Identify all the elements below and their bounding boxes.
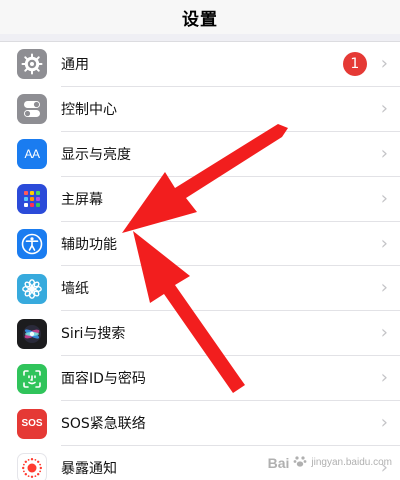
settings-item-general[interactable]: 通用 1 ›: [0, 42, 400, 87]
settings-item-label: 面容ID与密码: [61, 371, 146, 388]
toggles-icon: [17, 94, 47, 125]
settings-item-siri-search[interactable]: Siri与搜索 ›: [0, 311, 400, 357]
settings-list: 通用 1 › 控制中心 › AA 显示与亮度 › 主屏幕 › 辅助功能 › 墙纸…: [0, 42, 400, 480]
chevron-right-icon: ›: [380, 97, 388, 119]
watermark: Bai jingyan.baidu.com: [268, 453, 392, 472]
chevron-right-icon: ›: [380, 187, 388, 209]
baidu-logo: Bai: [267, 454, 290, 471]
chevron-right-icon: ›: [380, 322, 388, 344]
watermark-text: jingyan.baidu.com: [311, 457, 392, 468]
settings-item-control-center[interactable]: 控制中心 ›: [0, 87, 400, 132]
chevron-right-icon: ›: [380, 367, 388, 389]
chevron-right-icon: ›: [380, 52, 388, 74]
accessibility-icon: [17, 229, 47, 259]
gear-icon: [17, 49, 47, 80]
page-title: 设置: [182, 9, 218, 30]
settings-item-label: 通用: [61, 56, 89, 73]
face-id-icon: [17, 363, 47, 394]
settings-item-face-id-passcode[interactable]: 面容ID与密码 ›: [0, 356, 400, 402]
settings-item-home-screen[interactable]: 主屏幕 ›: [0, 177, 400, 222]
settings-item-label: 辅助功能: [61, 236, 117, 253]
display-brightness-icon: AA: [17, 139, 47, 170]
settings-item-display-brightness[interactable]: AA 显示与亮度 ›: [0, 132, 400, 177]
icon-text: SOS: [21, 418, 43, 430]
chevron-right-icon: ›: [380, 142, 388, 164]
paw-icon: [293, 453, 307, 472]
settings-item-accessibility[interactable]: 辅助功能 ›: [0, 222, 400, 267]
settings-item-label: 控制中心: [61, 101, 117, 118]
section-gap: [0, 34, 400, 42]
exposure-notification-icon: [17, 453, 47, 480]
wallpaper-icon: [17, 273, 47, 304]
settings-item-label: Siri与搜索: [61, 326, 126, 343]
settings-item-label: SOS紧急联络: [61, 416, 146, 433]
sos-icon: SOS: [17, 408, 47, 439]
notification-badge: 1: [342, 51, 367, 76]
chevron-right-icon: ›: [380, 277, 388, 299]
chevron-right-icon: ›: [380, 412, 388, 434]
navigation-bar: 设置: [0, 0, 400, 34]
home-screen-icon: [17, 184, 47, 215]
siri-icon: [17, 318, 47, 349]
settings-item-wallpaper[interactable]: 墙纸 ›: [0, 266, 400, 312]
settings-item-label: 显示与亮度: [61, 146, 131, 163]
settings-item-label: 主屏幕: [61, 191, 103, 208]
chevron-right-icon: ›: [380, 232, 388, 254]
icon-text: AA: [24, 147, 40, 162]
settings-item-label: 墙纸: [61, 281, 89, 298]
settings-item-emergency-sos[interactable]: SOS SOS紧急联络 ›: [0, 401, 400, 447]
